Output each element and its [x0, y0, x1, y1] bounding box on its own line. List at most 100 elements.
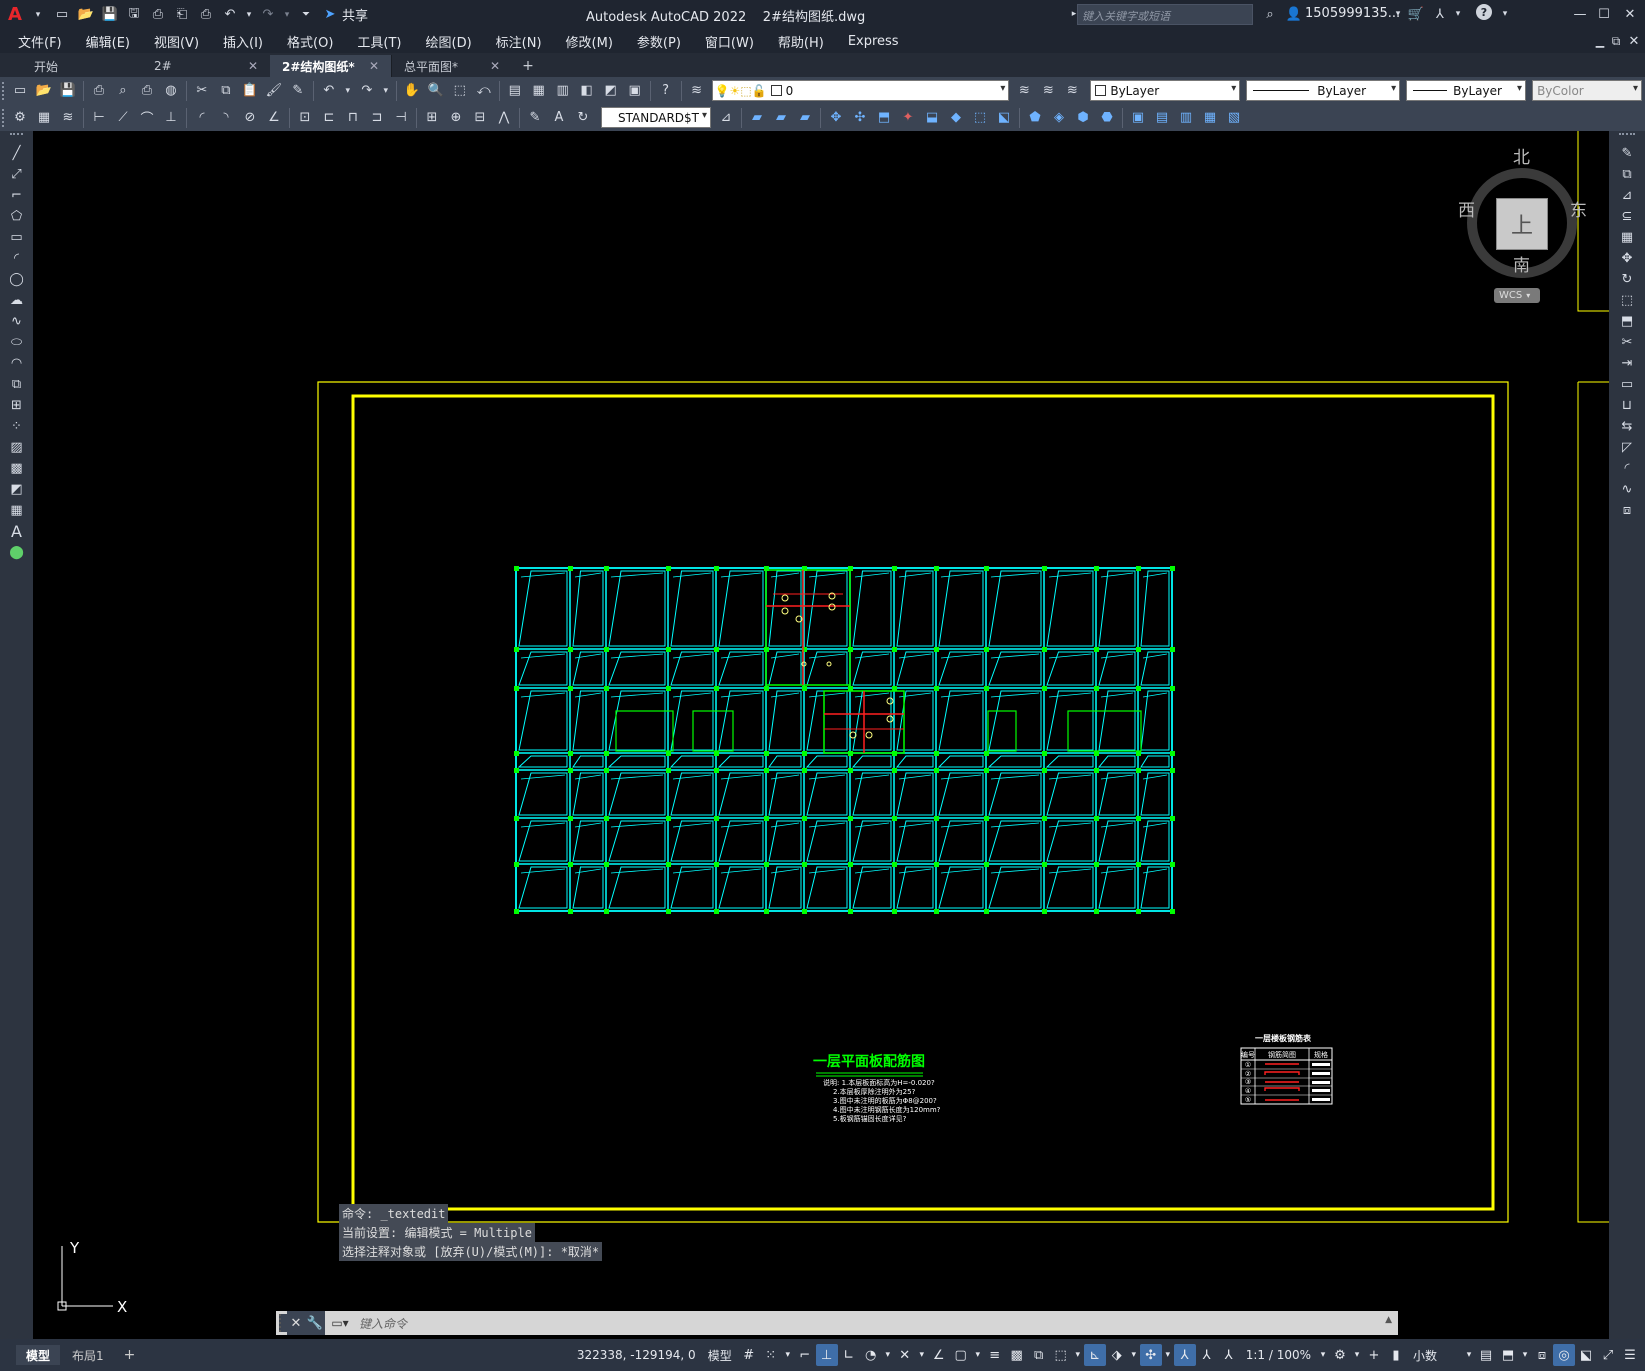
viewcube-top-face[interactable]: 上 — [1496, 198, 1548, 250]
chamfer-icon[interactable]: ◸ — [1609, 437, 1645, 458]
imprint-icon[interactable]: ▧ — [1224, 108, 1244, 128]
tab-2-structure[interactable]: 2#结构图纸* ✕ — [270, 55, 392, 77]
plot-icon[interactable]: ⎙ — [196, 5, 216, 25]
tab-2[interactable]: 2# ✕ — [142, 55, 270, 77]
join-icon[interactable]: ⇆ — [1609, 416, 1645, 437]
model-space-toggle[interactable]: 模型 — [702, 1347, 738, 1364]
note-line[interactable]: 3.图中未注明的板筋为Φ8@200? — [833, 1096, 937, 1105]
plotstyle-dropdown[interactable]: ByColor ▾ — [1532, 80, 1642, 101]
redo-dropdown-icon[interactable]: ▾ — [381, 81, 391, 101]
interfere-icon[interactable]: ⬕ — [994, 108, 1014, 128]
continue-dimension-icon[interactable]: ⊓ — [343, 108, 363, 128]
tab-close-icon[interactable]: ✕ — [369, 59, 379, 73]
loft-icon[interactable]: ⬣ — [1097, 108, 1117, 128]
slice-icon[interactable]: ◆ — [946, 108, 966, 128]
user-icon[interactable]: 👤 — [1284, 4, 1304, 24]
units-dropdown-icon[interactable]: ▾ — [1463, 1344, 1475, 1366]
tab-start[interactable]: 开始 — [22, 55, 142, 77]
layer-previous-icon[interactable]: ≋ — [1038, 81, 1058, 101]
polar-dropdown-icon[interactable]: ▾ — [882, 1344, 894, 1366]
multiline-text-icon[interactable]: A — [0, 521, 33, 542]
transparency-icon[interactable]: ▩ — [1006, 1344, 1028, 1366]
gizmo-icon[interactable]: ✣ — [1139, 1344, 1162, 1366]
array-3d-icon[interactable]: ⬓ — [922, 108, 942, 128]
align-3d-icon[interactable]: ⬒ — [874, 108, 894, 128]
redo-dropdown-icon[interactable]: ▾ — [282, 5, 292, 25]
menu-dimension[interactable]: 标注(N) — [484, 32, 554, 51]
baseline-dimension-icon[interactable]: ⊏ — [319, 108, 339, 128]
extrude-icon[interactable]: ⬟ — [1025, 108, 1045, 128]
arc-length-icon[interactable]: ⌒ — [137, 108, 157, 128]
ellipse-arc-icon[interactable]: ◠ — [0, 353, 33, 374]
selection-cycling-icon[interactable]: ⧉ — [1028, 1344, 1050, 1366]
inspection-icon[interactable]: ⊟ — [470, 108, 490, 128]
gizmo-dropdown-icon[interactable]: ▾ — [1162, 1344, 1174, 1366]
menu-parametric[interactable]: 参数(P) — [625, 32, 693, 51]
open-web-icon[interactable]: ⎙ — [148, 5, 168, 25]
tool-palettes-icon[interactable]: ▥ — [553, 81, 573, 101]
grid-icon[interactable]: # — [738, 1344, 760, 1366]
blend-curves-icon[interactable]: ∿ — [1609, 479, 1645, 500]
object-snap-tracking-icon[interactable]: ∠ — [928, 1344, 950, 1366]
workspace-save-icon[interactable]: ▦ — [34, 108, 54, 128]
user-name[interactable]: 1505999135... — [1305, 6, 1400, 21]
units-icon[interactable]: ▮ — [1385, 1344, 1407, 1366]
object-snap-dropdown-icon[interactable]: ▾ — [972, 1344, 984, 1366]
insert-block-icon[interactable]: ⧉ — [0, 374, 33, 395]
textstyle-dropdown[interactable]: STANDARD$T ▾ — [601, 107, 711, 128]
save-icon[interactable]: 💾 — [58, 81, 78, 101]
block-editor-icon[interactable]: ✎ — [288, 81, 308, 101]
shell-icon[interactable]: ▣ — [1128, 108, 1148, 128]
customize-command-icon[interactable]: 🔧 — [305, 1311, 325, 1335]
tab-model[interactable]: 模型 — [16, 1345, 61, 1365]
customization-menu-icon[interactable]: ☰ — [1619, 1344, 1641, 1366]
calculator-icon[interactable]: ▣ — [625, 81, 645, 101]
make-block-icon[interactable]: ⊞ — [0, 395, 33, 416]
explode-icon[interactable]: ⧈ — [1609, 500, 1645, 521]
command-grip[interactable] — [279, 1314, 287, 1332]
3d-dwf-icon[interactable]: ◍ — [161, 81, 181, 101]
stretch-icon[interactable]: ⬒ — [1609, 311, 1645, 332]
rebar-schedule-table[interactable]: 一层楼板钢筋表 编号 钢筋简图 规格 ① ② ③ ④ ⑤ — [1240, 1033, 1333, 1105]
menu-help[interactable]: 帮助(H) — [766, 32, 836, 51]
make-current-layer-icon[interactable]: ≋ — [1014, 81, 1034, 101]
zoom-window-icon[interactable]: ⬚ — [450, 81, 470, 101]
close-command-icon[interactable]: ✕ — [287, 1311, 305, 1335]
layer-dropdown[interactable]: 💡 ☀ ⬚ 🔓 0 ▾ — [711, 80, 1010, 101]
sun-icon[interactable]: ☀ — [730, 84, 741, 98]
graphics-performance-icon[interactable]: ◎ — [1553, 1344, 1575, 1366]
save-as-icon[interactable]: 🖫 — [124, 5, 144, 25]
coordinates-readout[interactable]: 322338, -129194, 0 — [571, 1348, 702, 1362]
save-icon[interactable]: 💾 — [100, 5, 120, 25]
hatch-icon[interactable]: ▨ — [0, 437, 33, 458]
menu-express[interactable]: Express — [836, 34, 911, 49]
ellipse-icon[interactable]: ⬭ — [0, 332, 33, 353]
properties-icon[interactable]: ▤ — [505, 81, 525, 101]
drawing-svg[interactable]: 一层平面板配筋图 说明: 1.本层板面标高为H=-0.020? 2.本层板厚除注… — [33, 131, 1609, 1339]
menu-file[interactable]: 文件(F) — [6, 32, 74, 51]
undo-dropdown-icon[interactable]: ▾ — [343, 81, 353, 101]
spline-icon[interactable]: ∿ — [0, 311, 33, 332]
jogged-dimension-icon[interactable]: ◝ — [216, 108, 236, 128]
break-icon[interactable]: ⊔ — [1609, 395, 1645, 416]
full-screen-icon[interactable]: ⤢ — [1597, 1344, 1619, 1366]
tab-close-icon[interactable]: ✕ — [248, 59, 258, 73]
note-line[interactable]: 5.板钢筋锚固长度详见? — [833, 1114, 907, 1123]
menu-edit[interactable]: 编辑(E) — [74, 32, 142, 51]
offset-icon[interactable]: ⊆ — [1609, 206, 1645, 227]
box-icon[interactable]: ▰ — [747, 108, 767, 128]
plan-title[interactable]: 一层平面板配筋图 — [813, 1053, 925, 1070]
compass-east[interactable]: 东 — [1570, 196, 1587, 221]
workspace-icon[interactable]: ⚙ — [10, 108, 30, 128]
compass-north[interactable]: 北 — [1513, 143, 1530, 168]
menu-modify[interactable]: 修改(M) — [554, 32, 625, 51]
menu-insert[interactable]: 插入(I) — [211, 32, 275, 51]
aligned-dimension-icon[interactable]: ⟋ — [113, 108, 133, 128]
menu-tools[interactable]: 工具(T) — [345, 32, 413, 51]
copy-icon[interactable]: ⧉ — [216, 81, 236, 101]
rotate-3d-icon[interactable]: ✣ — [850, 108, 870, 128]
search-icon[interactable]: ⌕ — [1260, 4, 1280, 24]
app-logo[interactable]: A — [8, 4, 26, 25]
dimension-space-icon[interactable]: ⊐ — [367, 108, 387, 128]
layer-properties-icon[interactable]: ≋ — [687, 81, 707, 101]
